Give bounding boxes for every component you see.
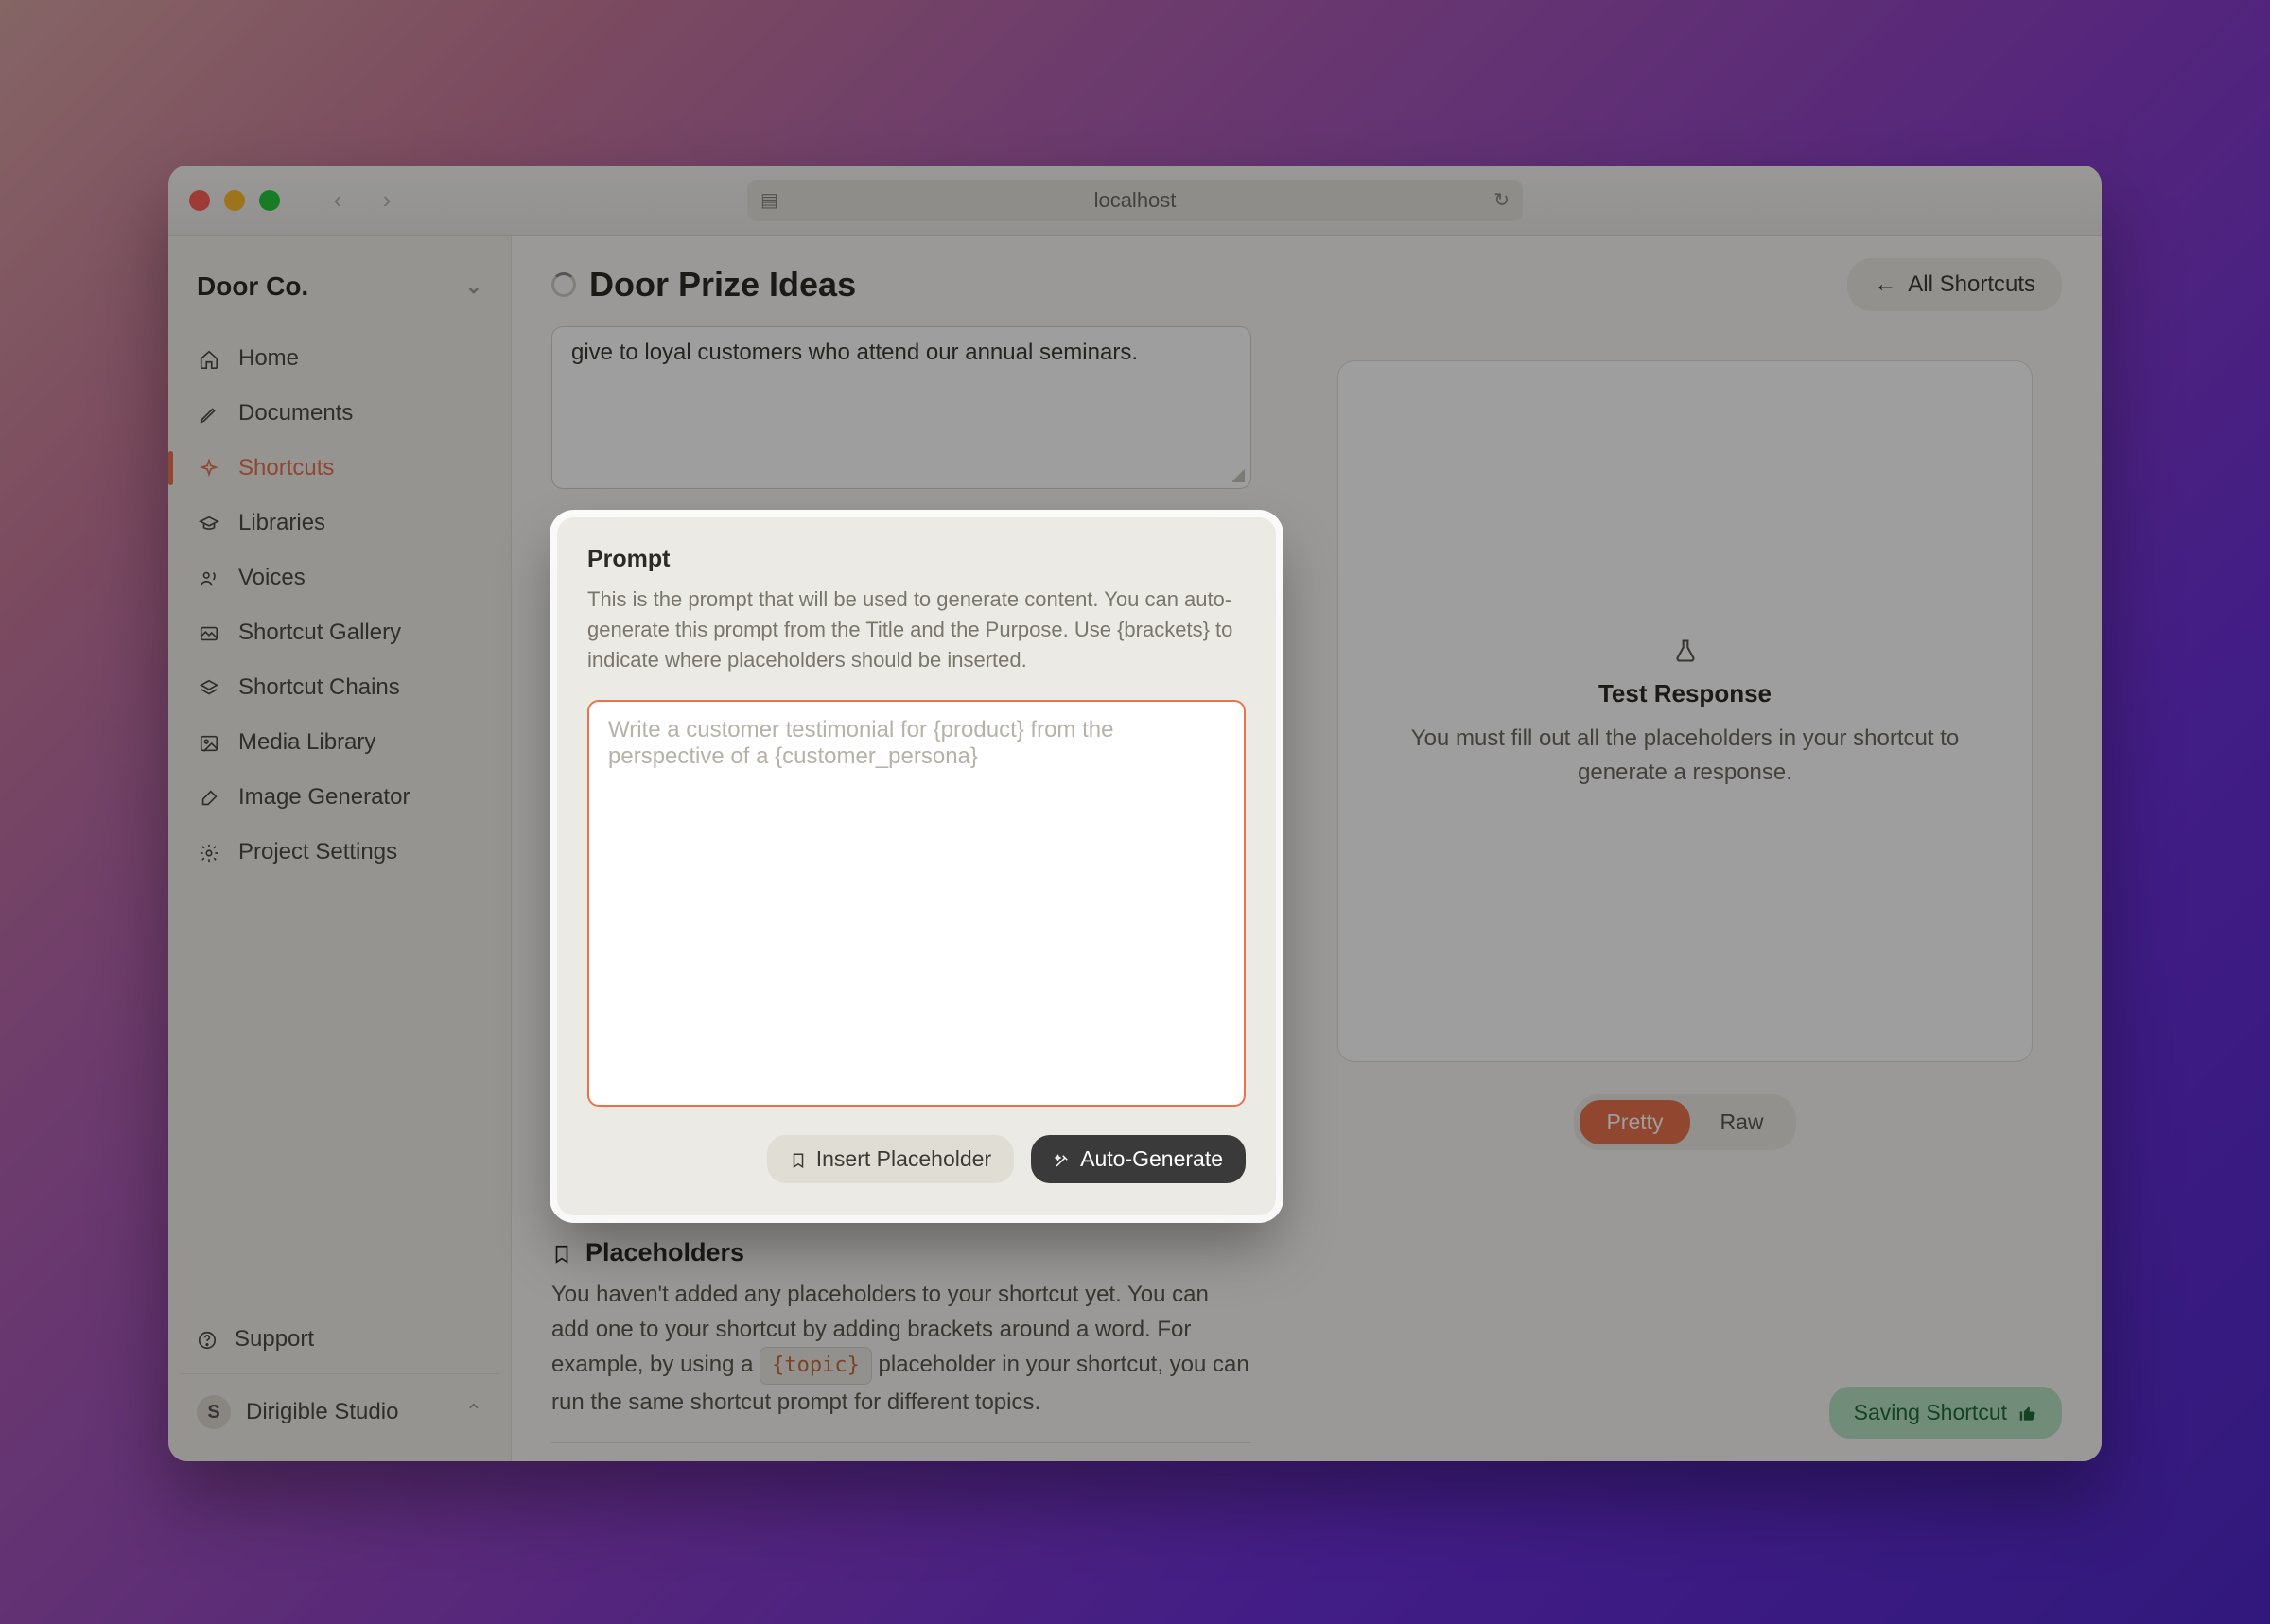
reload-icon[interactable]: ↻	[1493, 188, 1510, 212]
placeholders-body: You haven't added any placeholders to yo…	[551, 1267, 1251, 1421]
url-bar[interactable]: ▤ localhost ↻	[747, 180, 1523, 221]
sidebar-item-label: Shortcut Gallery	[238, 620, 401, 646]
forward-button[interactable]: ›	[365, 183, 409, 218]
sidebar-item-media-library[interactable]: Media Library	[180, 716, 499, 769]
brush-icon	[197, 785, 221, 810]
saving-shortcut-pill: Saving Shortcut	[1829, 1387, 2062, 1439]
avatar: S	[197, 1395, 231, 1429]
toggle-raw[interactable]: Raw	[1694, 1100, 1790, 1144]
org-name: Door Co.	[197, 271, 308, 302]
zoom-window-button[interactable]	[259, 190, 280, 211]
sidebar: Door Co. ⌄ Home Documents	[168, 236, 512, 1461]
saving-shortcut-label: Saving Shortcut	[1854, 1400, 2007, 1425]
flask-icon	[1672, 634, 1699, 666]
prompt-description: This is the prompt that will be used to …	[587, 585, 1246, 675]
test-response-panel: Test Response You must fill out all the …	[1337, 360, 2033, 1062]
prompt-card: Prompt This is the prompt that will be u…	[557, 517, 1276, 1215]
sidebar-item-home[interactable]: Home	[180, 332, 499, 385]
auto-generate-button[interactable]: Auto-Generate	[1031, 1135, 1246, 1183]
image-icon	[197, 730, 221, 755]
sidebar-item-label: Voices	[238, 565, 306, 591]
gear-icon	[197, 840, 221, 864]
sidebar-item-voices[interactable]: Voices	[180, 551, 499, 604]
org-switcher[interactable]: Door Co. ⌄	[168, 247, 511, 330]
sidebar-item-shortcuts[interactable]: Shortcuts	[180, 442, 499, 495]
all-shortcuts-button[interactable]: ← All Shortcuts	[1847, 258, 2062, 311]
close-window-button[interactable]	[189, 190, 210, 211]
sidebar-item-label: Shortcut Chains	[238, 674, 400, 701]
window-controls	[189, 190, 280, 211]
sidebar-item-project-settings[interactable]: Project Settings	[180, 826, 499, 879]
url-text: localhost	[1094, 188, 1177, 213]
auto-generate-label: Auto-Generate	[1080, 1146, 1223, 1172]
workspace-switcher[interactable]: S Dirigible Studio ⌃	[180, 1373, 499, 1450]
sidebar-item-label: Documents	[238, 400, 353, 427]
help-icon	[197, 1326, 218, 1353]
pen-icon	[197, 401, 221, 426]
main-header: Door Prize Ideas ← All Shortcuts	[512, 236, 2102, 317]
sidebar-item-shortcut-chains[interactable]: Shortcut Chains	[180, 661, 499, 714]
all-shortcuts-label: All Shortcuts	[1908, 271, 2035, 298]
sparkle-icon	[197, 456, 221, 480]
view-toggle: Pretty Raw	[1574, 1094, 1795, 1150]
sidebar-item-label: Media Library	[238, 729, 375, 756]
sidebar-item-documents[interactable]: Documents	[180, 387, 499, 440]
person-voice-icon	[197, 566, 221, 590]
grad-cap-icon	[197, 511, 221, 535]
nav-list: Home Documents Shortcuts	[168, 330, 511, 881]
sidebar-item-label: Project Settings	[238, 839, 397, 865]
site-settings-icon: ▤	[760, 188, 778, 212]
home-icon	[197, 346, 221, 371]
chevron-down-icon: ⌄	[465, 274, 482, 299]
gallery-icon	[197, 620, 221, 645]
sidebar-item-support[interactable]: Support	[180, 1313, 499, 1366]
sidebar-item-label: Home	[238, 345, 299, 372]
nav-arrows: ‹ ›	[316, 183, 409, 218]
bookmark-icon	[551, 1238, 572, 1267]
sidebar-item-shortcut-gallery[interactable]: Shortcut Gallery	[180, 606, 499, 659]
sidebar-item-label: Support	[235, 1326, 314, 1353]
sidebar-item-image-generator[interactable]: Image Generator	[180, 771, 499, 824]
sidebar-item-libraries[interactable]: Libraries	[180, 497, 499, 550]
test-response-body: You must fill out all the placeholders i…	[1405, 722, 1965, 790]
purpose-text: give to loyal customers who attend our a…	[571, 340, 1138, 365]
page-title: Door Prize Ideas	[551, 265, 856, 305]
prompt-textarea[interactable]	[587, 700, 1246, 1107]
chevron-up-icon: ⌃	[465, 1400, 482, 1424]
workspace-name: Dirigible Studio	[246, 1399, 398, 1425]
magic-wand-icon	[1054, 1146, 1071, 1172]
sidebar-item-label: Libraries	[238, 510, 325, 536]
titlebar: ‹ › ▤ localhost ↻	[168, 166, 2102, 236]
divider	[551, 1442, 1251, 1443]
prompt-heading: Prompt	[587, 546, 1246, 573]
bookmark-icon	[790, 1146, 807, 1172]
back-button[interactable]: ‹	[316, 183, 359, 218]
loading-spinner-icon	[551, 272, 576, 297]
placeholders-heading: Placeholders	[585, 1238, 744, 1267]
purpose-textarea[interactable]: give to loyal customers who attend our a…	[551, 326, 1251, 489]
toggle-pretty[interactable]: Pretty	[1580, 1100, 1689, 1144]
sidebar-item-label: Shortcuts	[238, 455, 334, 481]
placeholders-section: Placeholders You haven't added any place…	[551, 1238, 1251, 1461]
stack-icon	[197, 675, 221, 700]
minimize-window-button[interactable]	[224, 190, 245, 211]
thumbs-up-icon	[2018, 1400, 2037, 1425]
placeholder-chip: {topic}	[760, 1347, 872, 1385]
arrow-left-icon: ←	[1874, 271, 1896, 298]
test-response-heading: Test Response	[1598, 679, 1772, 708]
insert-placeholder-label: Insert Placeholder	[816, 1146, 991, 1172]
page-title-text: Door Prize Ideas	[589, 265, 856, 305]
sidebar-item-label: Image Generator	[238, 784, 410, 811]
insert-placeholder-button[interactable]: Insert Placeholder	[767, 1135, 1014, 1183]
